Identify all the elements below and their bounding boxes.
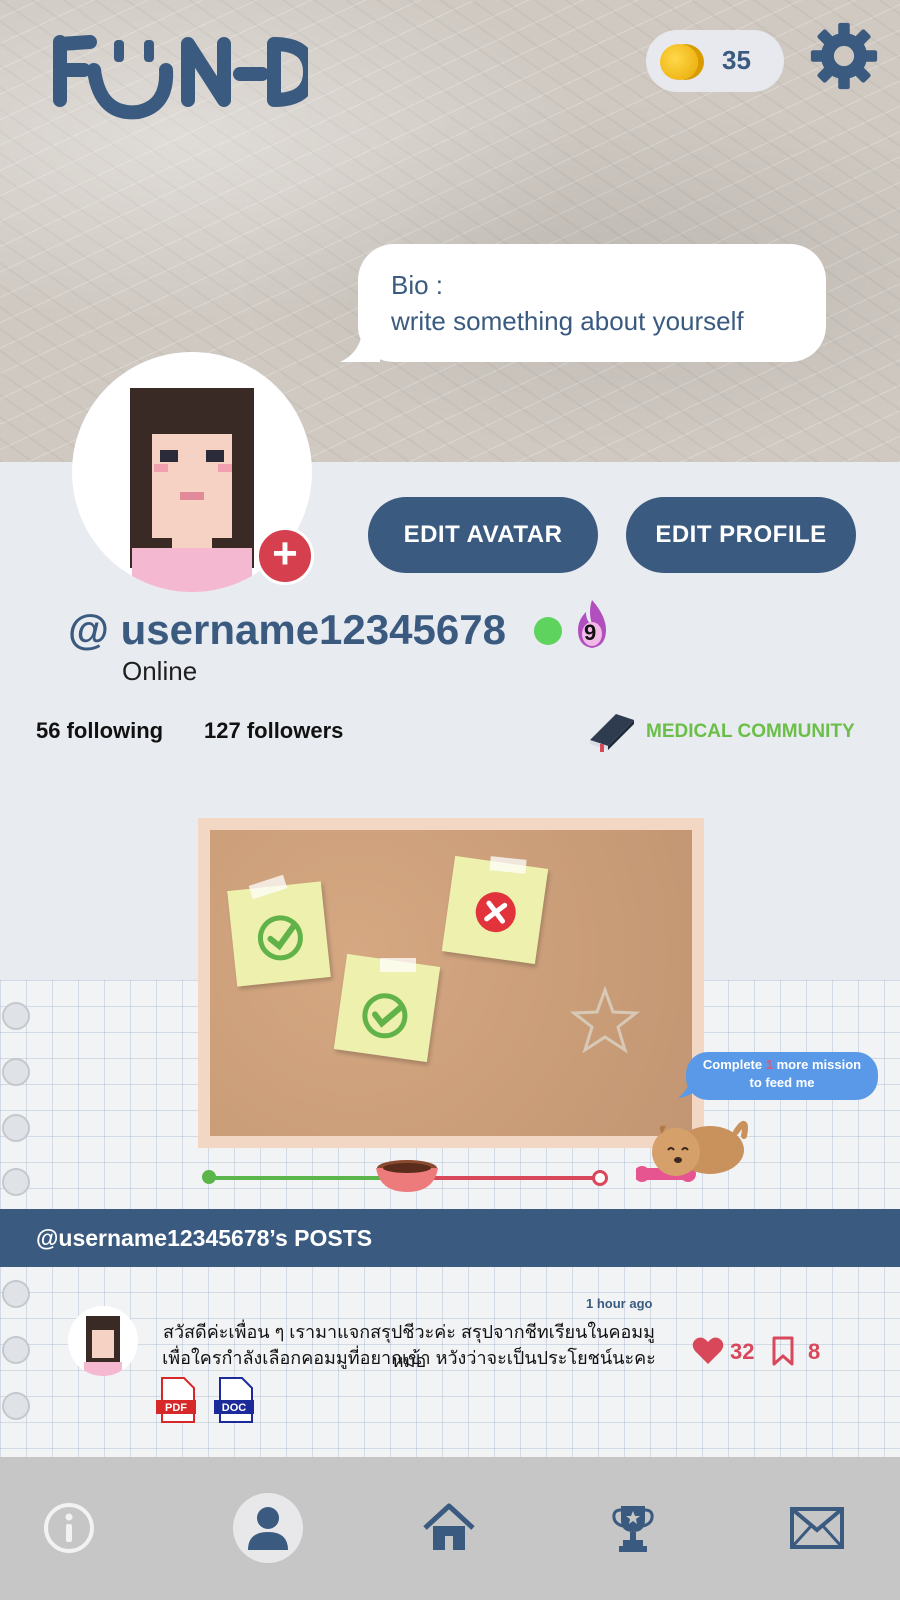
app-logo — [53, 35, 308, 120]
coin-count: 35 — [722, 45, 751, 75]
bio-label: Bio : — [391, 270, 444, 300]
home-icon — [423, 1503, 475, 1550]
pet-dog-icon[interactable] — [636, 1106, 752, 1188]
mail-icon — [790, 1507, 844, 1549]
streak-count: 9 — [584, 620, 597, 645]
online-status-dot-icon — [534, 617, 562, 645]
nav-trophy-icon[interactable] — [598, 1493, 668, 1563]
food-bowl-icon — [376, 1160, 438, 1192]
speech-bubble-tail — [678, 1082, 698, 1098]
mission-bubble-line2: to feed me — [749, 1075, 815, 1090]
bio-text: write something about yourself — [391, 306, 744, 336]
nav-profile-icon[interactable] — [233, 1493, 303, 1563]
doc-label: DOC — [222, 1402, 247, 1414]
nav-mail-icon[interactable] — [782, 1493, 852, 1563]
doc-file-icon[interactable]: DOC — [214, 1376, 254, 1424]
pet-speech-bubble: Complete 1 more mission to feed me — [686, 1052, 878, 1100]
info-icon — [44, 1503, 94, 1553]
edit-profile-button[interactable]: EDIT PROFILE — [626, 497, 856, 573]
post-author-avatar[interactable] — [68, 1306, 138, 1376]
posts-title: @username12345678’s POSTS — [36, 1225, 373, 1251]
coin-icon — [660, 44, 698, 80]
cross-icon — [475, 892, 516, 933]
online-status-text: Online — [122, 656, 198, 686]
heart-icon[interactable] — [692, 1336, 724, 1366]
star-outline-icon — [570, 986, 640, 1054]
pdf-file-icon[interactable]: PDF — [156, 1376, 196, 1424]
followers-count[interactable]: 127 followers — [204, 718, 343, 744]
post-text-line[interactable]: เพื่อใครกำลังเลือกคอมมูที่อยากเข้า หวังว… — [154, 1343, 664, 1372]
mission-bubble-suffix: more mission — [776, 1057, 862, 1072]
username: @ username12345678 — [68, 606, 506, 653]
binder-hole — [2, 1392, 30, 1420]
like-count: 32 — [730, 1339, 755, 1364]
check-icon — [257, 915, 303, 961]
binder-hole — [2, 1280, 30, 1308]
bio-bubble[interactable] — [358, 244, 826, 362]
progress-end-dot — [592, 1170, 608, 1186]
trophy-icon — [612, 1506, 654, 1552]
binder-hole — [2, 1114, 30, 1142]
bio-bubble-tail — [340, 334, 380, 362]
edit-avatar-button[interactable]: EDIT AVATAR — [368, 497, 598, 573]
binder-hole — [2, 1058, 30, 1086]
pdf-label: PDF — [165, 1402, 187, 1414]
progress-start-dot — [202, 1170, 216, 1184]
mission-bubble-count: 1 — [765, 1057, 773, 1072]
binder-hole — [2, 1002, 30, 1030]
tape — [380, 958, 416, 972]
mission-note-failed[interactable] — [441, 855, 549, 965]
nav-info-icon[interactable] — [34, 1493, 104, 1563]
binder-hole — [2, 1336, 30, 1364]
community-link[interactable]: MEDICAL COMMUNITY — [646, 721, 855, 743]
following-count[interactable]: 56 following — [36, 718, 163, 744]
mission-bubble-prefix: Complete — [702, 1057, 763, 1072]
book-icon — [590, 714, 634, 752]
bookmark-icon[interactable] — [772, 1336, 794, 1366]
bookmark-count: 8 — [808, 1339, 821, 1364]
post-timestamp: 1 hour ago — [586, 1296, 653, 1311]
nav-home-icon[interactable] — [414, 1493, 484, 1563]
mini-avatar-image — [84, 1316, 122, 1376]
binder-hole — [2, 1168, 30, 1196]
mission-note-completed[interactable] — [227, 881, 331, 987]
add-avatar-plus-icon[interactable]: + — [256, 527, 314, 585]
profile-icon — [248, 1507, 288, 1550]
settings-gear-icon[interactable] — [808, 20, 880, 92]
